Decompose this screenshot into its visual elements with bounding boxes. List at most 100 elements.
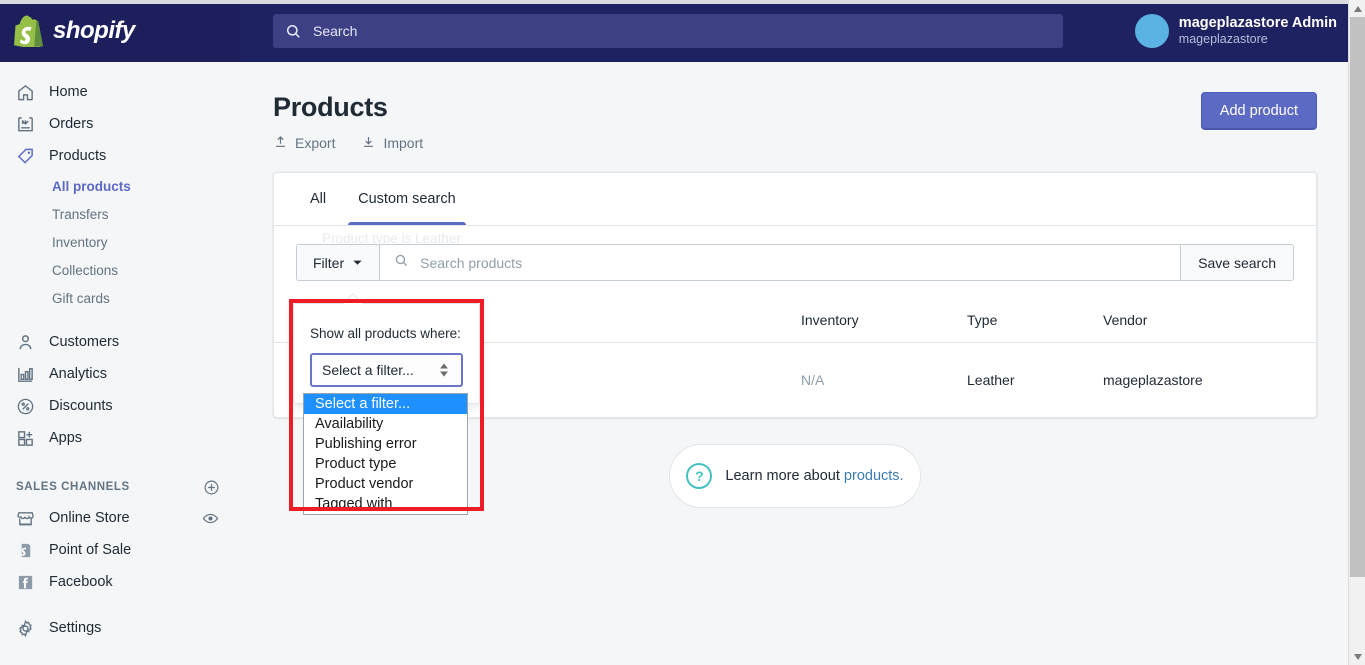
export-up-arrow-icon [273, 134, 288, 152]
sidebar-item-discounts[interactable]: Discounts [0, 390, 240, 422]
sidebar-item-customers[interactable]: Customers [0, 326, 240, 358]
filter-popover: Show all products where: Select a filter… [293, 303, 480, 404]
search-products-input[interactable] [420, 255, 1166, 271]
header-inventory: Inventory [801, 312, 967, 328]
nav-spacer-2 [0, 598, 240, 612]
facebook-icon [16, 573, 42, 592]
nav-spacer [0, 312, 240, 326]
header-vendor: Vendor [1103, 312, 1294, 328]
brand-header[interactable]: shopify [0, 0, 240, 62]
filter-dropdown-button[interactable]: Filter [297, 245, 380, 280]
sidebar-item-label: Online Store [49, 510, 130, 526]
add-product-button[interactable]: Add product [1201, 92, 1317, 130]
add-channel-plus-icon[interactable] [203, 479, 220, 496]
learn-more-banner: ? Learn more about products. [669, 444, 921, 508]
sidebar-item-all-products[interactable]: All products [0, 172, 240, 200]
sidebar-item-label: Point of Sale [49, 542, 131, 558]
option-select-a-filter[interactable]: Select a filter... [304, 394, 467, 414]
app-root: shopify Home Orders Products [0, 0, 1365, 665]
sidebar-item-gift-cards[interactable]: Gift cards [0, 284, 240, 312]
topbar: Search mageplazastore Admin mageplazasto… [240, 0, 1365, 62]
home-icon [16, 83, 42, 102]
section-title: SALES CHANNELS [16, 481, 130, 493]
import-button[interactable]: Import [361, 134, 423, 152]
sidebar-item-transfers[interactable]: Transfers [0, 200, 240, 228]
sidebar-item-analytics[interactable]: Analytics [0, 358, 240, 390]
user-store: mageplazastore [1179, 32, 1337, 48]
applied-filter-tag: Product type is Leather [322, 231, 461, 246]
tab-label: All [310, 191, 326, 207]
avatar [1135, 14, 1169, 48]
brand-name: shopify [53, 17, 135, 45]
sidebar: shopify Home Orders Products [0, 0, 240, 665]
learn-more-text: Learn more about products. [725, 468, 903, 484]
eye-icon[interactable] [202, 510, 219, 527]
customers-icon [16, 333, 42, 352]
option-product-vendor[interactable]: Product vendor [304, 474, 467, 494]
sidebar-section-sales-channels: SALES CHANNELS [0, 472, 240, 502]
sidebar-item-point-of-sale[interactable]: Point of Sale [0, 534, 240, 566]
filter-select[interactable]: Select a filter... [310, 353, 463, 387]
select-spinner-icon [440, 364, 448, 377]
chevron-down-icon [352, 255, 363, 271]
search-icon [394, 253, 409, 273]
learn-more-prefix: Learn more about [725, 468, 839, 484]
sidebar-item-collections[interactable]: Collections [0, 256, 240, 284]
sidebar-item-apps[interactable]: Apps [0, 422, 240, 454]
row-type: Leather [967, 372, 1103, 388]
option-tagged-with[interactable]: Tagged with [304, 494, 467, 514]
scrollbar-thumb[interactable] [1350, 17, 1365, 577]
products-help-link[interactable]: products. [844, 468, 904, 484]
shopify-logo-icon [14, 15, 44, 47]
sidebar-item-label: Home [49, 84, 88, 100]
filter-select-value: Select a filter... [322, 362, 414, 378]
global-search-placeholder: Search [313, 23, 357, 39]
save-search-label: Save search [1198, 255, 1276, 271]
sidebar-item-orders[interactable]: Orders [0, 108, 240, 140]
export-label: Export [295, 135, 335, 151]
sidebar-item-products[interactable]: Products [0, 140, 240, 172]
export-import-row: Export Import [273, 134, 423, 152]
gear-icon [16, 619, 42, 638]
popover-heading: Show all products where: [310, 326, 463, 341]
global-search-input[interactable]: Search [273, 14, 1063, 48]
sidebar-subitem-label: All products [52, 179, 131, 194]
vertical-scrollbar[interactable] [1348, 0, 1365, 665]
sidebar-subitem-label: Gift cards [52, 291, 110, 306]
sidebar-item-label: Apps [49, 430, 82, 446]
user-text-block: mageplazastore Admin mageplazastore [1179, 14, 1337, 48]
question-mark-icon: ? [686, 463, 712, 489]
option-publishing-error[interactable]: Publishing error [304, 434, 467, 454]
store-icon [16, 509, 42, 528]
sidebar-subitem-label: Inventory [52, 235, 108, 250]
import-down-arrow-icon [361, 134, 376, 152]
export-button[interactable]: Export [273, 134, 335, 152]
sidebar-item-facebook[interactable]: Facebook [0, 566, 240, 598]
products-search-wrapper[interactable] [380, 245, 1180, 280]
import-label: Import [383, 135, 423, 151]
sidebar-subitem-label: Collections [52, 263, 118, 278]
sidebar-item-label: Facebook [49, 574, 113, 590]
sidebar-item-label: Customers [49, 334, 119, 350]
page-header: Products Export Import [273, 92, 1317, 152]
sidebar-item-settings[interactable]: Settings [0, 612, 240, 644]
option-product-type[interactable]: Product type [304, 454, 467, 474]
sidebar-item-label: Orders [49, 116, 93, 132]
tab-custom-search[interactable]: Custom search [348, 173, 466, 225]
scroll-up-arrow-icon[interactable] [1349, 0, 1365, 17]
sidebar-item-home[interactable]: Home [0, 76, 240, 108]
filter-select-options: Select a filter... Availability Publishi… [303, 393, 468, 515]
sidebar-item-online-store[interactable]: Online Store [0, 502, 240, 534]
tab-all[interactable]: All [300, 173, 336, 225]
products-tag-icon [16, 147, 42, 166]
scroll-down-arrow-icon[interactable] [1349, 648, 1365, 665]
option-availability[interactable]: Availability [304, 414, 467, 434]
tab-label: Custom search [358, 191, 456, 207]
discounts-icon [16, 397, 42, 416]
page-title: Products [273, 92, 423, 123]
user-menu[interactable]: mageplazastore Admin mageplazastore [1117, 14, 1365, 48]
search-icon [285, 23, 302, 40]
save-search-button[interactable]: Save search [1180, 245, 1293, 280]
orders-icon [16, 115, 42, 134]
sidebar-item-inventory[interactable]: Inventory [0, 228, 240, 256]
